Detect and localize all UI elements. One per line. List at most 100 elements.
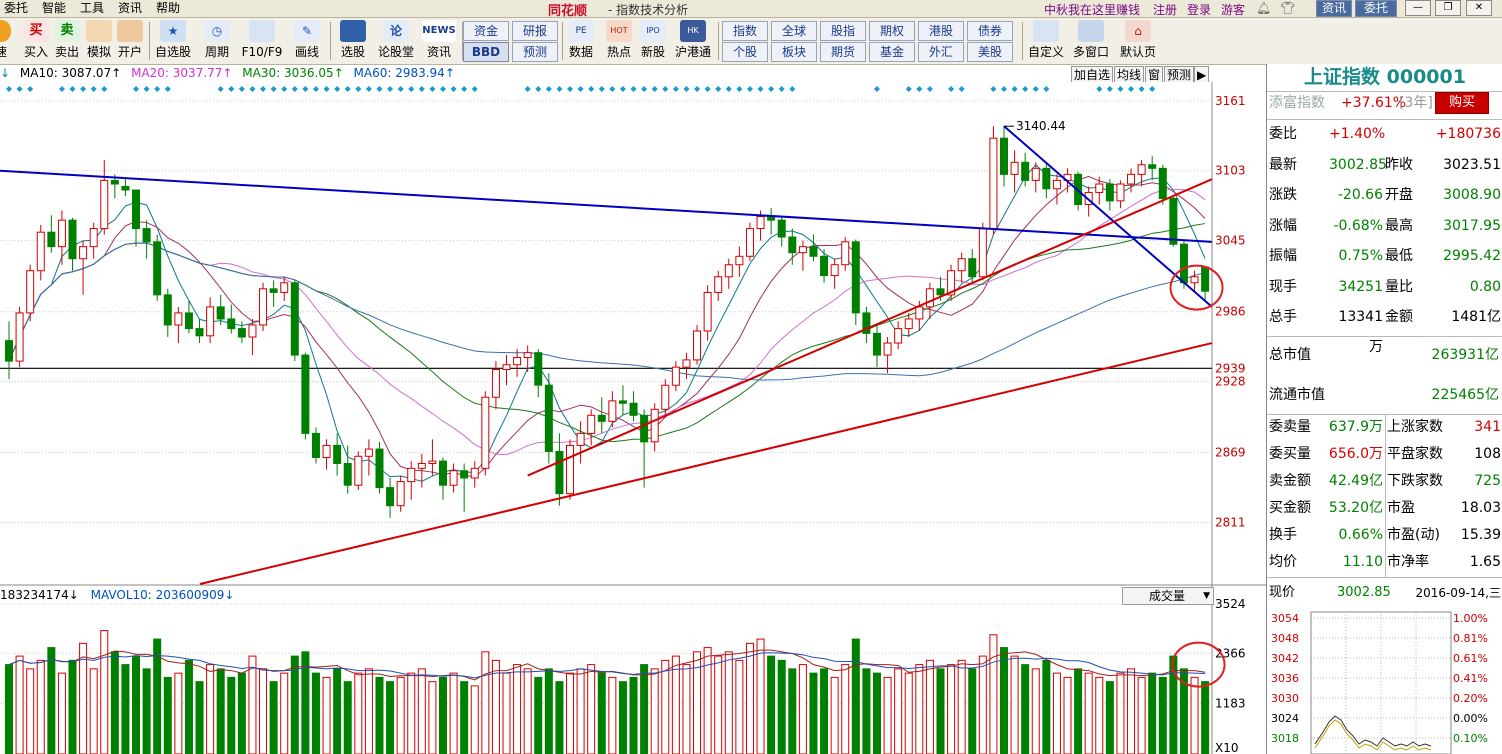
stats-value: 0.66% [1338, 527, 1383, 543]
stats-value: 1.65 [1469, 554, 1501, 570]
mini-percent-label: 0.20% [1453, 692, 1488, 705]
candle-up [449, 470, 458, 486]
volume-bar-up [364, 668, 373, 754]
futures-button[interactable]: 期货 [820, 42, 866, 62]
multi-window-button[interactable]: 多窗口 [1070, 20, 1112, 62]
volume-bar-up [407, 672, 416, 754]
info-button[interactable]: 资讯 [1316, 0, 1352, 17]
intraday-mini-chart[interactable]: 3054 1.00% 3048 0.81% 3042 0.61% 3036 0.41% 3030… [1267, 608, 1502, 754]
float-cap-value: 225465亿 [1431, 387, 1499, 403]
volume-bar-up [608, 676, 617, 754]
menu-smart[interactable]: 智能 [42, 1, 66, 15]
volume-bar-down [227, 676, 236, 754]
candle-down [555, 450, 564, 495]
kline-chart[interactable]: 3161 3103 3045 2986 29392928 2869 2811 3140.44 3… [0, 82, 1266, 754]
hk-stocks-button[interactable]: 港股 [918, 21, 964, 41]
us-stocks-button[interactable]: 美股 [967, 42, 1013, 62]
sectors-button[interactable]: 板块 [771, 42, 817, 62]
candle-down [153, 241, 162, 296]
promo-link[interactable]: 中秋我在这里赚钱 [1044, 1, 1140, 18]
favorites-button[interactable]: ★ 自选股 [153, 20, 193, 62]
stock-picker-button[interactable]: 选股 [334, 20, 372, 62]
forecast-button[interactable]: 预测 [512, 42, 558, 62]
candle-up [650, 408, 659, 443]
menu-info[interactable]: 资讯 [118, 1, 142, 15]
lock-icon [117, 20, 143, 42]
sell-button[interactable]: 卖 卖出 [53, 20, 81, 62]
guest-link[interactable]: 游客 [1221, 1, 1245, 18]
volume-bar-down [1105, 681, 1114, 754]
menu-trade[interactable]: 委托 [4, 1, 28, 15]
stock-index-button[interactable]: 股指 [820, 21, 866, 41]
buy-fund-button[interactable]: 购买 [1435, 92, 1489, 114]
indicator-dropdown[interactable]: 成交量 ▼ [1122, 587, 1214, 605]
bonds-button[interactable]: 债券 [967, 21, 1013, 41]
open-account-button[interactable]: 开户 [116, 20, 144, 62]
candle-up [671, 366, 680, 386]
ma-legend: ↓ MA10: 3087.07↑ MA20: 3037.77↑ MA30: 30… [0, 66, 461, 82]
price-tick-label: 2939 [1215, 361, 1246, 375]
toolbar-quick[interactable]: 速 [0, 20, 12, 62]
volume-bar-up [915, 664, 924, 754]
bell-icon[interactable]: 🔔︎ [1256, 1, 1271, 15]
quote-label: 量比 [1385, 278, 1413, 295]
capital-button[interactable]: 资金 [463, 21, 509, 41]
volume-bar-up [1127, 668, 1136, 754]
minimize-icon[interactable]: — [1405, 0, 1431, 16]
hk-connect-button[interactable]: HK 沪港通 [672, 20, 714, 62]
options-button[interactable]: 期权 [869, 21, 915, 41]
login-link[interactable]: 登录 [1187, 1, 1211, 18]
volume-bar-down [290, 655, 299, 754]
news-button[interactable]: NEWS 资讯 [420, 20, 458, 62]
restore-icon[interactable]: ❐ [1435, 0, 1461, 16]
ipo-button[interactable]: IPO 新股 [638, 20, 668, 62]
mini-percent-label: 0.61% [1453, 652, 1488, 665]
buy-button[interactable]: 买 买入 [22, 20, 50, 62]
candle-up [26, 270, 35, 314]
quote-value: 1481亿 [1451, 309, 1501, 325]
menu-tools[interactable]: 工具 [80, 1, 104, 15]
candle-up [904, 318, 913, 330]
hammer-icon [86, 20, 112, 42]
volume-bar-up [89, 668, 98, 754]
volume-bar-down [132, 655, 141, 754]
index-button[interactable]: 指数 [722, 21, 768, 41]
draw-line-button[interactable]: ✎ 画线 [288, 20, 326, 62]
volume-bar-up [703, 647, 712, 754]
ma-prefix-arrow: ↓ [0, 66, 11, 80]
date-label: 2016-09-14,三 [1415, 586, 1501, 600]
shirt-icon[interactable]: 👕︎ [1280, 1, 1295, 15]
period-button[interactable]: ◷ 周期 [198, 20, 236, 62]
candle-up [915, 306, 924, 320]
candle-down [1042, 167, 1051, 190]
forum-button[interactable]: 论 论股堂 [376, 20, 416, 62]
default-page-button[interactable]: ⌂ 默认页 [1116, 20, 1160, 62]
candle-up [79, 246, 88, 260]
quote-label: 最高 [1385, 217, 1413, 234]
sell-icon: 卖 [54, 20, 80, 42]
candle-down [1169, 197, 1178, 245]
simulate-button[interactable]: 模拟 [85, 20, 113, 62]
volume-bar-up [756, 638, 765, 754]
windows-icon [1078, 20, 1104, 42]
hot-button[interactable]: HOT 热点 [604, 20, 634, 62]
volume-bar-up [947, 664, 956, 754]
global-button[interactable]: 全球 [771, 21, 817, 41]
forex-button[interactable]: 外汇 [918, 42, 964, 62]
volume-bar-up [354, 672, 363, 754]
menu-help[interactable]: 帮助 [156, 1, 180, 15]
research-button[interactable]: 研报 [512, 21, 558, 41]
f10-button[interactable]: F10/F9 [240, 20, 284, 62]
customize-button[interactable]: 自定义 [1026, 20, 1066, 62]
data-button[interactable]: PE 数据 [566, 20, 596, 62]
bbd-button[interactable]: BBD [463, 42, 509, 62]
price-tick-label: 2811 [1215, 516, 1246, 530]
menu-bar: 委托 智能 工具 资讯 帮助 同花顺 - 指数技术分析 中秋我在这里赚钱 注册 … [0, 0, 1502, 19]
stocks-button[interactable]: 个股 [722, 42, 768, 62]
close-icon[interactable]: ✕ [1466, 0, 1492, 16]
funds-button[interactable]: 基金 [869, 42, 915, 62]
volume-bar-down [184, 659, 193, 754]
mini-price-label: 3042 [1271, 652, 1299, 665]
register-link[interactable]: 注册 [1153, 1, 1177, 18]
trade-button[interactable]: 委托 [1355, 0, 1397, 17]
